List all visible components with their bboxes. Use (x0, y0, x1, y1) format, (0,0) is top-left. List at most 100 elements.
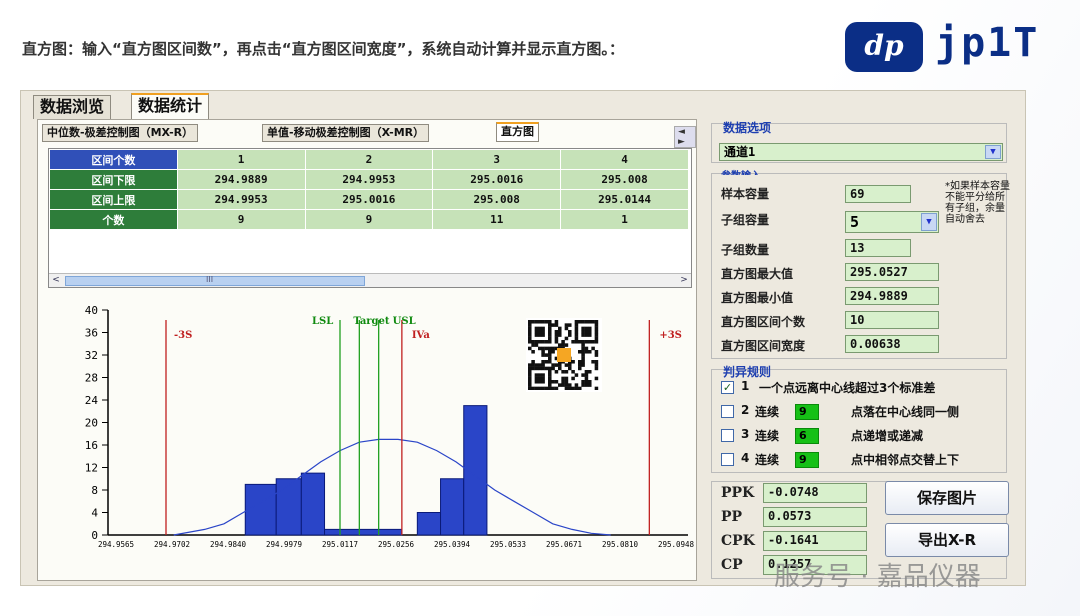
qr-module (571, 376, 575, 381)
qr-module (538, 326, 542, 331)
qr-module (594, 353, 599, 357)
rule-3-checkbox[interactable] (721, 429, 734, 442)
rule-2-count[interactable]: 9 (795, 404, 819, 420)
table-header: 1 (176, 149, 306, 170)
qr-module (594, 333, 599, 337)
x-tick-label: 295.0394 (434, 540, 471, 549)
rule-4-count[interactable]: 9 (795, 452, 819, 468)
table-cell[interactable]: 1 (560, 209, 689, 230)
qr-module (548, 386, 552, 391)
qr-module (584, 370, 589, 374)
rule-4-num: 4 (741, 451, 750, 465)
table-cell[interactable]: 295.008 (560, 169, 689, 190)
tab-histogram[interactable]: 直方图 (496, 122, 539, 142)
qr-module (534, 333, 539, 337)
qr-module (564, 386, 569, 391)
qr-module (544, 346, 549, 351)
scroll-left-button[interactable]: < (49, 274, 63, 287)
qr-module (581, 350, 585, 354)
scroll-right-button[interactable]: > (677, 274, 691, 287)
hist-min-field[interactable]: 294.9889 (845, 287, 939, 305)
qr-module (558, 333, 562, 337)
qr-module (581, 333, 585, 337)
qr-module (551, 350, 555, 354)
chevron-down-icon[interactable]: ▼ (985, 145, 1001, 159)
qr-module (548, 333, 552, 337)
y-tick-label: 28 (85, 372, 98, 385)
qr-module (588, 320, 592, 324)
table-cell[interactable]: 295.0016 (432, 169, 562, 190)
qr-module (568, 330, 572, 334)
rule-1[interactable]: ✓ 1 一个点远离中心线超过3个标准差 (721, 379, 1011, 399)
qr-module (538, 320, 542, 324)
x-tick-label: 295.0256 (378, 540, 415, 549)
qr-module (534, 363, 539, 367)
qr-module (578, 363, 582, 367)
rule-3[interactable]: 3 连续 6 点递增或递减 (721, 427, 1011, 447)
qr-module (574, 336, 579, 341)
subgroup-count-field[interactable]: 13 (845, 239, 911, 257)
tab-x-mr[interactable]: 单值-移动极差控制图（X-MR） (262, 124, 430, 142)
qr-module (538, 386, 542, 391)
qr-module (581, 353, 585, 357)
subgroup-size-select[interactable]: 5 ▼ (845, 211, 939, 233)
qr-module (561, 383, 565, 387)
qr-module (581, 340, 585, 344)
sample-size-field[interactable]: 69 (845, 185, 911, 203)
table-header: 2 (304, 149, 434, 170)
channel-select[interactable]: 通道1 ▼ (719, 143, 1003, 161)
table-cell[interactable]: 294.9953 (304, 169, 434, 190)
qr-module (594, 363, 599, 367)
qr-module (528, 336, 532, 341)
rule-2[interactable]: 2 连续 9 点落在中心线同一侧 (721, 403, 1011, 423)
qr-module (554, 323, 559, 327)
pp-label: PP (721, 509, 743, 525)
export-xr-button[interactable]: 导出X-R (885, 523, 1009, 557)
tab-scroll-arrows[interactable]: ◄ ► (674, 126, 696, 148)
chevron-down-icon[interactable]: ▼ (921, 213, 937, 231)
qr-module (548, 376, 552, 381)
table-cell[interactable]: 294.9889 (176, 169, 306, 190)
table-cell[interactable]: 11 (432, 209, 562, 230)
hist-bin-count-field[interactable]: 10 (845, 311, 939, 329)
qr-module (564, 363, 569, 367)
qr-module (561, 343, 565, 347)
table-cell[interactable]: 294.9953 (176, 189, 306, 210)
qr-module (541, 376, 545, 381)
qr-module (548, 383, 552, 387)
qr-module (594, 376, 599, 381)
sample-size-label: 样本容量 (721, 187, 770, 201)
tab-mx-r[interactable]: 中位数-极差控制图（MX-R） (42, 124, 199, 142)
tab-data-browse[interactable]: 数据浏览 (33, 95, 112, 119)
qr-module (554, 333, 559, 337)
qr-module (544, 353, 549, 357)
hist-bin-width-field[interactable]: 0.00638 (845, 335, 939, 353)
table-cell[interactable]: 9 (304, 209, 434, 230)
ppk-field: -0.0748 (763, 483, 867, 503)
table-cell[interactable]: 295.008 (432, 189, 562, 210)
table-cell[interactable]: 9 (176, 209, 306, 230)
rule-4[interactable]: 4 连续 9 点中相邻点交替上下 (721, 451, 1011, 471)
rule-4-checkbox[interactable] (721, 453, 734, 466)
cpk-label: CPK (721, 533, 755, 549)
table-cell[interactable]: 295.0144 (560, 189, 689, 210)
rule-2-checkbox[interactable] (721, 405, 734, 418)
qr-module (534, 386, 539, 391)
qr-module (534, 366, 539, 371)
rule-3-count[interactable]: 6 (795, 428, 819, 444)
rule-1-checkbox[interactable]: ✓ (721, 381, 734, 394)
hist-max-field[interactable]: 295.0527 (845, 263, 939, 281)
save-image-button[interactable]: 保存图片 (885, 481, 1009, 515)
qr-module (594, 336, 599, 341)
rule-4-prefix: 连续 (755, 453, 780, 467)
qr-module (568, 383, 572, 387)
table-cell[interactable]: 295.0016 (304, 189, 434, 210)
scroll-thumb[interactable]: III (65, 275, 365, 286)
qr-module (551, 366, 555, 371)
qr-module (574, 330, 579, 334)
params-title: 参数输入 (721, 167, 761, 175)
qr-module (588, 370, 592, 374)
tab-data-stats[interactable]: 数据统计 (131, 93, 210, 119)
table-header: 区间个数 (49, 149, 178, 170)
table-scrollbar[interactable]: < III > (49, 273, 691, 287)
